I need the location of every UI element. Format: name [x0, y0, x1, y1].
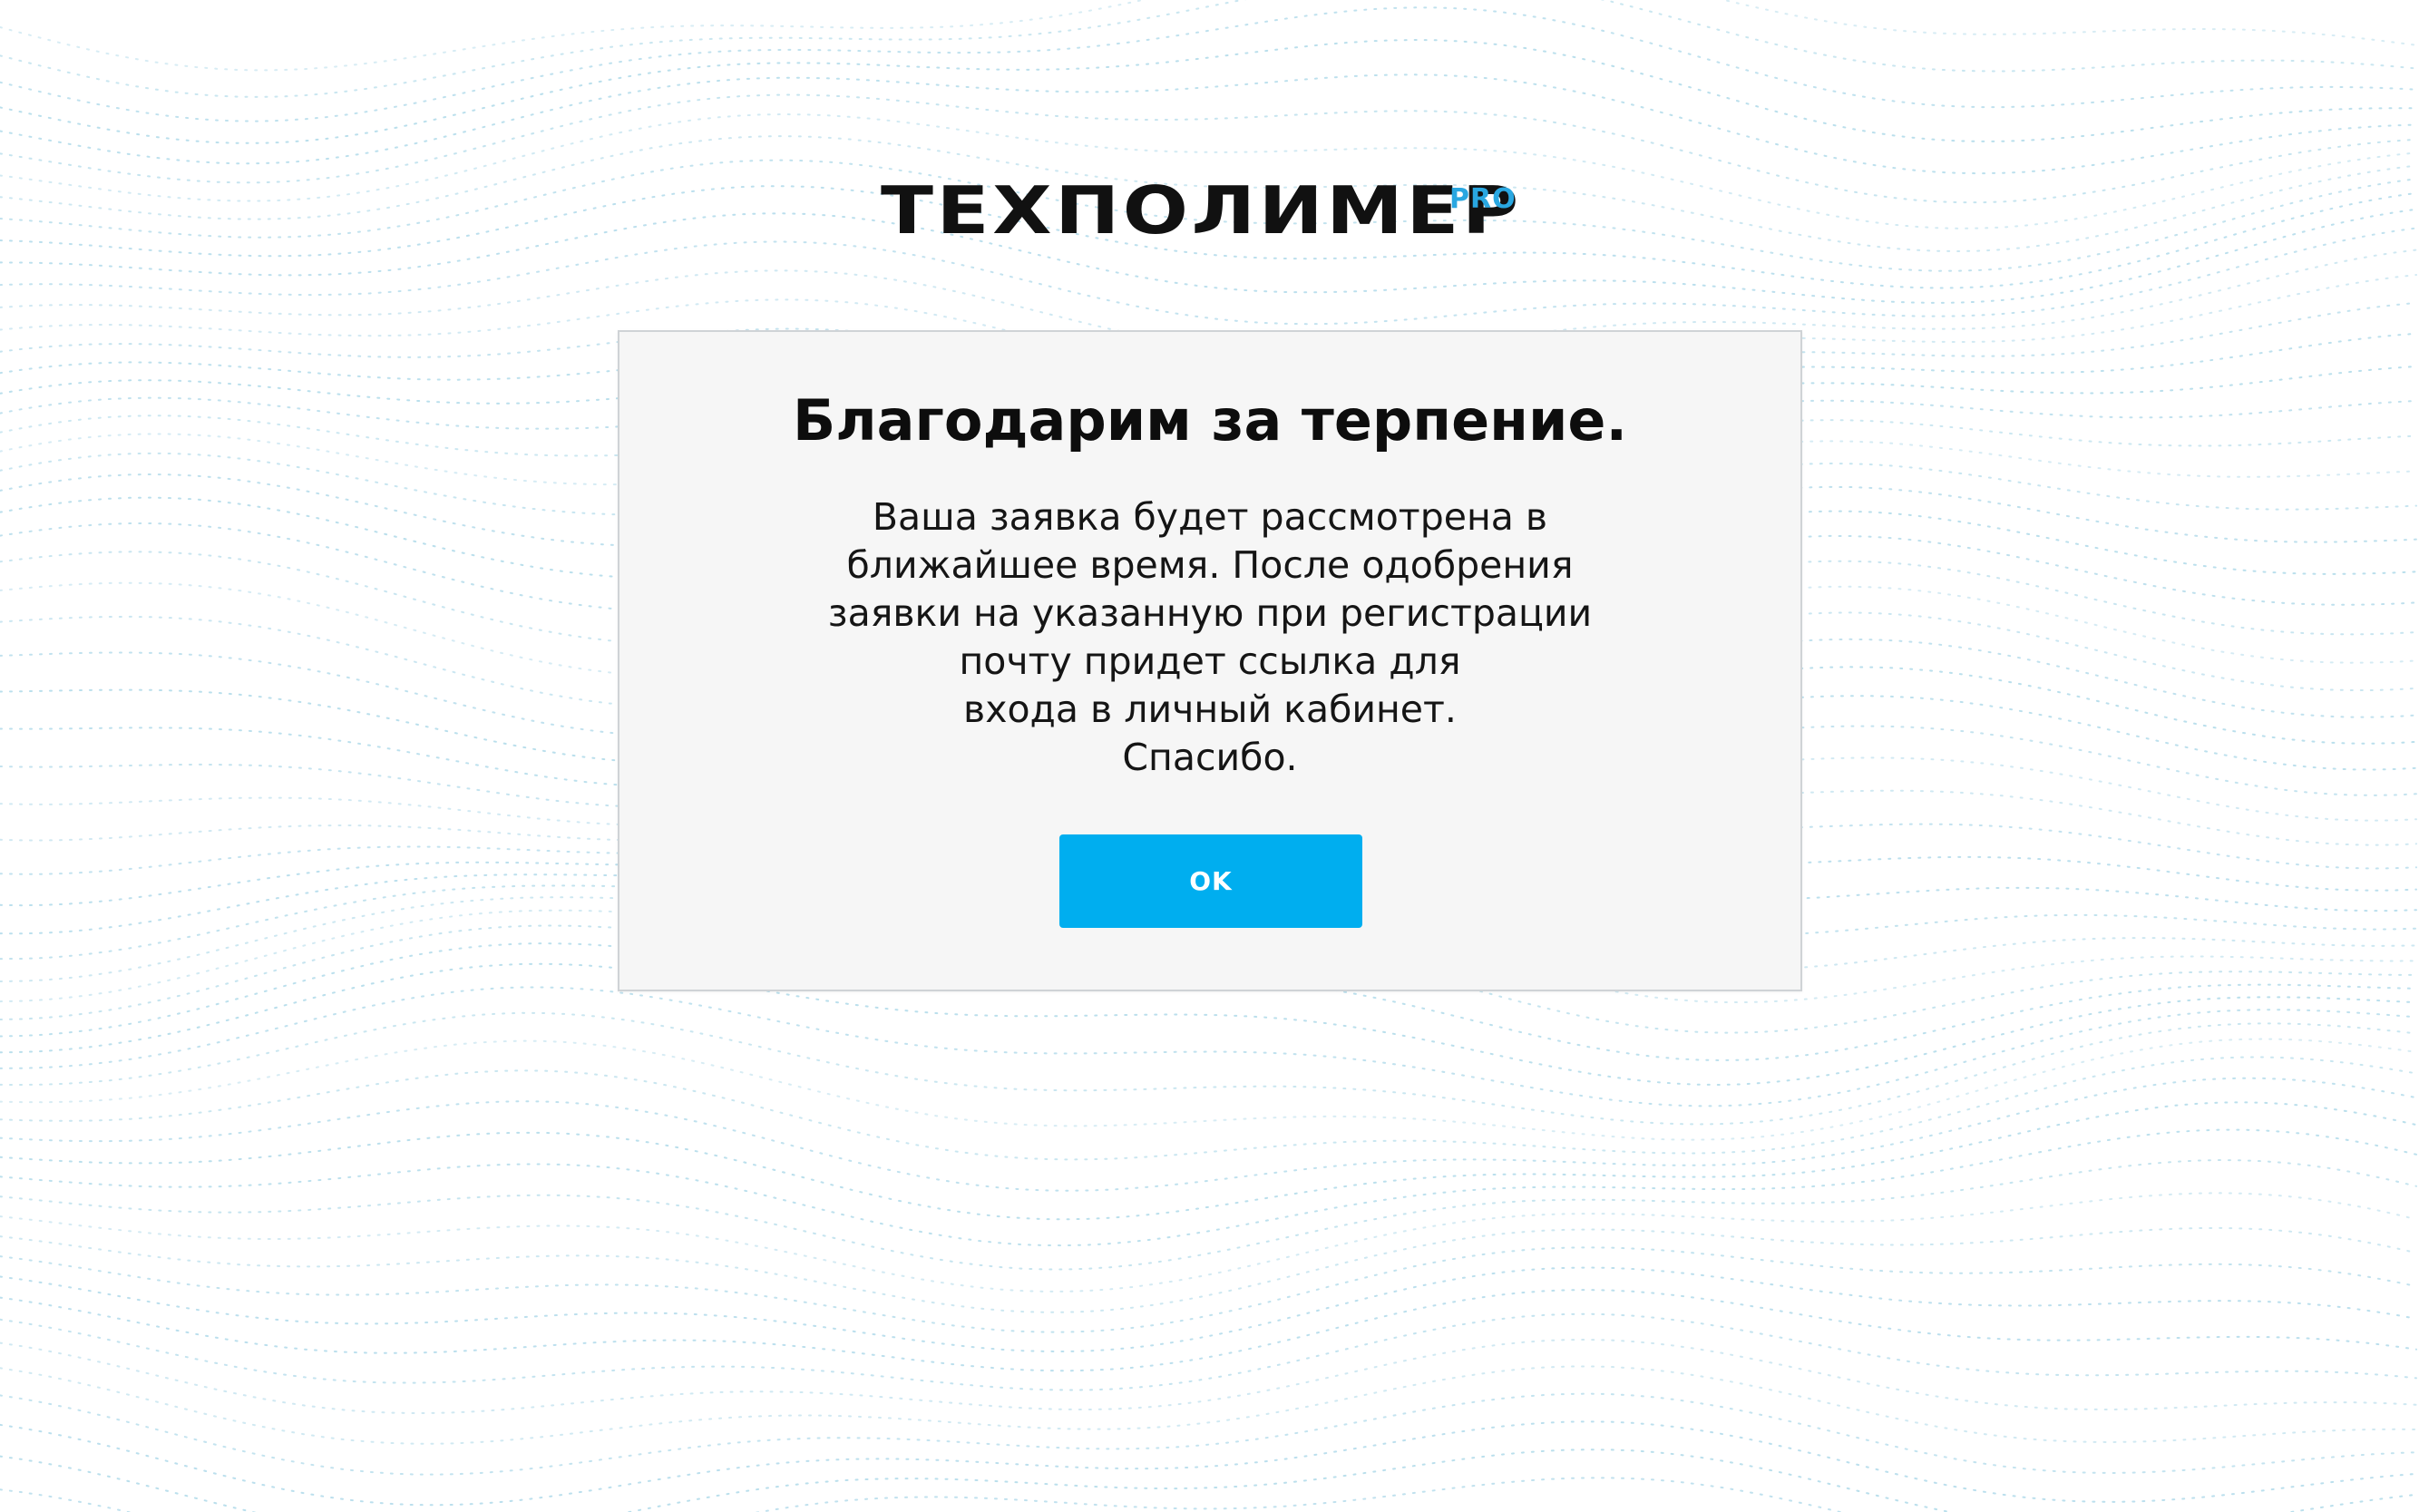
- ok-button[interactable]: OK: [1059, 834, 1362, 928]
- wave-line: [0, 1077, 2417, 1192]
- wave-line: [0, 6, 2417, 122]
- wave-line: [0, 1246, 2417, 1333]
- logo-pro-suffix: PRO: [1449, 183, 1517, 215]
- message-line: входа в личный кабинет.: [963, 688, 1457, 731]
- wave-line: [0, 1101, 2417, 1221]
- wave-line: [0, 986, 2417, 1107]
- logo-wordmark: ТЕХПОЛИМЕР: [881, 172, 1522, 249]
- message-line: Спасибо.: [1122, 736, 1298, 779]
- wave-line: [0, 0, 2417, 72]
- wave-line: [0, 1449, 2417, 1512]
- message-line: почту придет ссылка для: [959, 639, 1461, 683]
- wave-line: [0, 0, 2417, 98]
- wave-line: [0, 1158, 2417, 1271]
- message-line: ближайшее время. После одобрения: [846, 543, 1574, 587]
- wave-line: [0, 1289, 2417, 1372]
- wave-line: [0, 38, 2417, 144]
- wave-line: [0, 1392, 2417, 1476]
- wave-line: [0, 1338, 2417, 1415]
- message-line: Ваша заявка будет рассмотрена в: [872, 495, 1548, 539]
- dialog-title: Благодарим за терпение.: [792, 387, 1628, 454]
- wave-line: [0, 1266, 2417, 1353]
- wave-line: [0, 1420, 2417, 1507]
- wave-line: [0, 73, 2417, 175]
- dialog-message: Ваша заявка будет рассмотрена в ближайше…: [619, 493, 1800, 782]
- wave-line: [0, 1477, 1844, 1512]
- wave-line: [0, 1226, 2417, 1313]
- message-line: заявки на указанную при регистрации: [827, 591, 1593, 635]
- wave-line: [0, 1365, 2417, 1445]
- wave-line: [0, 1312, 2417, 1391]
- wave-line: [0, 1128, 2417, 1247]
- wave-line: [0, 1056, 2417, 1161]
- confirmation-dialog: Благодарим за терпение. Ваша заявка буде…: [618, 330, 1802, 991]
- company-logo: ТЕХПОЛИМЕР PRO: [881, 174, 1543, 247]
